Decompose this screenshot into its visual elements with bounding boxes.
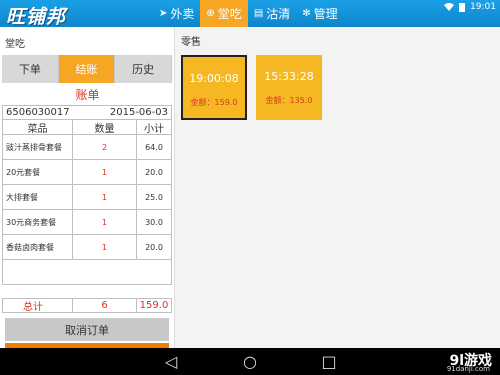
- item-subtotal: 30.0: [145, 217, 163, 227]
- tab-label: 管理: [313, 7, 338, 21]
- item-name: 大排套餐: [3, 185, 73, 209]
- send-icon: ➤: [159, 8, 168, 19]
- app-logo: 旺铺邦: [6, 6, 67, 28]
- bill-title: 账单: [75, 88, 100, 102]
- order-card[interactable]: 15:33:28 金额：135.0: [256, 55, 322, 120]
- subtab-bar: 下单 结账 历史: [2, 55, 173, 83]
- bill-table: 6506030017 2015-06-03 菜品 数量 小计 豉汁蒸排骨套餐 2…: [2, 105, 172, 285]
- battery-icon: [459, 2, 466, 12]
- wifi-icon: [444, 3, 455, 11]
- tab-label: 外卖: [170, 7, 195, 21]
- item-qty: 1: [73, 235, 137, 259]
- item-qty: 2: [73, 135, 137, 159]
- list-icon: ▤: [253, 8, 264, 19]
- bill-header: 6506030017 2015-06-03: [3, 106, 171, 120]
- total-qty: 6: [73, 299, 137, 312]
- table-row[interactable]: 香菇卤肉套餐 1 20.0: [3, 235, 171, 260]
- item-subtotal: 25.0: [145, 192, 163, 202]
- total-row: 总计 6 159.0: [2, 298, 172, 313]
- back-icon[interactable]: ◁: [163, 352, 179, 371]
- cancel-order-button[interactable]: 取消订单: [5, 318, 169, 341]
- table-row[interactable]: 豉汁蒸排骨套餐 2 64.0: [3, 135, 171, 160]
- item-subtotal: 20.0: [145, 167, 163, 177]
- table-row[interactable]: 20元套餐 1 20.0: [3, 160, 171, 185]
- item-subtotal: 20.0: [145, 242, 163, 252]
- tab-label: 沽清: [266, 7, 291, 21]
- subtab-order[interactable]: 下单: [2, 55, 59, 83]
- order-amount: 金额：135.0: [265, 96, 313, 105]
- item-qty: 1: [73, 185, 137, 209]
- watermark-site: 91danji.com: [446, 365, 490, 373]
- system-nav-bar: ◁ ○ □ 9l游戏 91danji.com: [0, 348, 500, 375]
- top-app-bar: 旺铺邦 ➤ 外卖 ⊕ 堂吃 ▤ 沽清 ✻ 管理 19:01: [0, 0, 500, 28]
- item-name: 豉汁蒸排骨套餐: [3, 135, 73, 159]
- order-time: 19:00:08: [189, 72, 239, 85]
- total-label: 总计: [3, 299, 73, 313]
- tab-manage[interactable]: ✻ 管理: [296, 0, 343, 27]
- order-time: 15:33:28: [264, 70, 314, 83]
- clock: 19:01: [470, 2, 496, 12]
- plus-circle-icon: ⊕: [206, 8, 215, 19]
- gear-icon: ✻: [302, 8, 311, 19]
- item-name: 30元商务套餐: [3, 210, 73, 234]
- order-card[interactable]: 19:00:08 金额：159.0: [181, 55, 247, 120]
- tab-dine-in[interactable]: ⊕ 堂吃: [200, 0, 248, 27]
- section-title: 零售: [181, 37, 201, 48]
- section-title: 堂吃: [5, 39, 25, 50]
- main-nav: ➤ 外卖 ⊕ 堂吃 ▤ 沽清 ✻ 管理: [153, 0, 344, 27]
- recents-icon[interactable]: □: [321, 352, 337, 371]
- subtab-checkout[interactable]: 结账: [58, 55, 116, 83]
- subtab-history[interactable]: 历史: [115, 55, 173, 83]
- retail-panel: 零售 19:00:08 金额：159.0 15:33:28 金额：135.0: [176, 27, 500, 348]
- tab-takeaway[interactable]: ➤ 外卖: [153, 0, 200, 27]
- item-name: 香菇卤肉套餐: [3, 235, 73, 259]
- column-header-qty: 数量: [73, 120, 137, 135]
- column-header-subtotal: 小计: [144, 123, 164, 135]
- item-name: 20元套餐: [3, 160, 73, 184]
- tab-label: 堂吃: [217, 7, 242, 21]
- status-bar: 19:01: [444, 0, 496, 14]
- item-subtotal: 64.0: [145, 142, 163, 152]
- total-amount: 159.0: [139, 300, 169, 311]
- tab-sold-out[interactable]: ▤ 沽清: [248, 0, 296, 27]
- order-date: 2015-06-03: [109, 107, 168, 118]
- item-qty: 1: [73, 160, 137, 184]
- item-qty: 1: [73, 210, 137, 234]
- home-icon[interactable]: ○: [242, 352, 258, 371]
- order-amount: 金额：159.0: [190, 98, 238, 107]
- table-row[interactable]: 大排套餐 1 25.0: [3, 185, 171, 210]
- checkout-panel: 堂吃 下单 结账 历史 账单 6506030017 2015-06-03 菜品 …: [0, 27, 175, 367]
- table-row[interactable]: 30元商务套餐 1 30.0: [3, 210, 171, 235]
- order-number: 6506030017: [6, 107, 70, 118]
- table-header: 菜品 数量 小计: [3, 120, 171, 135]
- column-header-item: 菜品: [3, 120, 73, 135]
